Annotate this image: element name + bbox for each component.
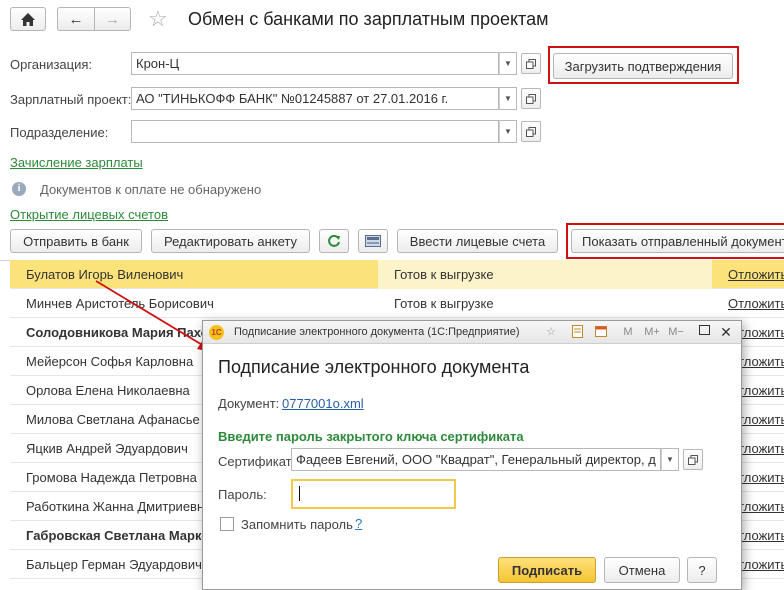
certificate-label: Сертификат: — [218, 454, 296, 469]
close-icon[interactable]: ✕ — [719, 325, 733, 339]
help-button[interactable]: ? — [687, 557, 717, 583]
chevron-down-icon: ▼ — [666, 455, 674, 464]
sign-document-dialog: 1С Подписание электронного документа (1С… — [202, 320, 742, 590]
document-icon[interactable] — [570, 325, 584, 339]
app-logo-icon: 1С — [209, 325, 224, 340]
certificate-dropdown[interactable]: ▼ — [661, 448, 679, 471]
sign-button[interactable]: Подписать — [498, 557, 596, 583]
password-field[interactable] — [291, 479, 456, 509]
certificate-open-button[interactable] — [683, 449, 703, 470]
password-label: Пароль: — [218, 487, 267, 502]
maximize-icon[interactable] — [697, 325, 711, 339]
cancel-button[interactable]: Отмена — [604, 557, 680, 583]
remember-label: Запомнить пароль — [241, 517, 353, 532]
open-window-icon — [688, 454, 698, 465]
dialog-titlebar: 1С Подписание электронного документа (1С… — [203, 321, 741, 344]
document-link[interactable]: 0777001o.xml — [282, 396, 364, 411]
star-icon[interactable]: ☆ — [544, 325, 558, 339]
memory-minus-button[interactable]: M− — [667, 325, 685, 339]
remember-help-link[interactable]: ? — [355, 516, 362, 531]
dialog-window-title: Подписание электронного документа (1С:Пр… — [234, 326, 520, 338]
memory-plus-button[interactable]: M+ — [643, 325, 661, 339]
password-prompt: Введите пароль закрытого ключа сертифика… — [218, 429, 524, 444]
calendar-icon[interactable] — [594, 325, 608, 339]
memory-m-button[interactable]: M — [621, 325, 635, 339]
certificate-field[interactable]: Фадеев Евгений, ООО "Квадрат", Генеральн… — [291, 448, 661, 471]
remember-checkbox[interactable] — [220, 517, 234, 531]
text-cursor — [299, 486, 300, 501]
document-label: Документ: — [218, 396, 280, 411]
dialog-heading: Подписание электронного документа — [218, 357, 530, 377]
